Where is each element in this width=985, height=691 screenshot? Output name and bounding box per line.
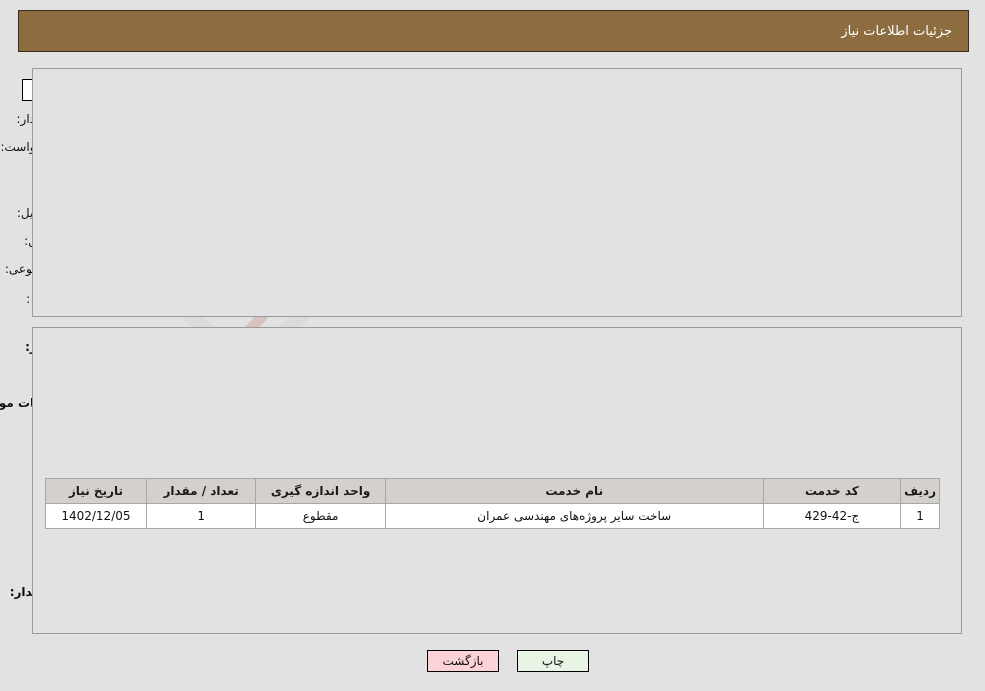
table-header-row: ردیف کد خدمت نام خدمت واحد اندازه گیری ت… (45, 478, 940, 504)
need-info-panel (32, 68, 962, 317)
cell-name: ساخت سایر پروژه‌های مهندسی عمران (384, 503, 764, 529)
table-row: 1 ج-42-429 ساخت سایر پروژه‌های مهندسی عم… (45, 503, 940, 529)
services-table: ردیف کد خدمت نام خدمت واحد اندازه گیری ت… (45, 478, 940, 529)
back-button[interactable]: بازگشت (427, 650, 499, 672)
cell-code: ج-42-429 (762, 503, 902, 529)
th-name: نام خدمت (384, 478, 764, 504)
page-title-bar: جزئیات اطلاعات نیاز (18, 10, 969, 52)
cell-unit: مقطوع (255, 503, 386, 529)
cell-qty: 1 (145, 503, 257, 529)
th-code: کد خدمت (762, 478, 902, 504)
th-qty: تعداد / مقدار (145, 478, 257, 504)
print-button[interactable]: چاپ (517, 650, 589, 672)
th-row: ردیف (900, 478, 940, 504)
page-title: جزئیات اطلاعات نیاز (841, 24, 952, 39)
th-unit: واحد اندازه گیری (255, 478, 386, 504)
cell-date: 1402/12/05 (45, 503, 147, 529)
th-date: تاریخ نیاز (45, 478, 147, 504)
cell-row: 1 (900, 503, 940, 529)
